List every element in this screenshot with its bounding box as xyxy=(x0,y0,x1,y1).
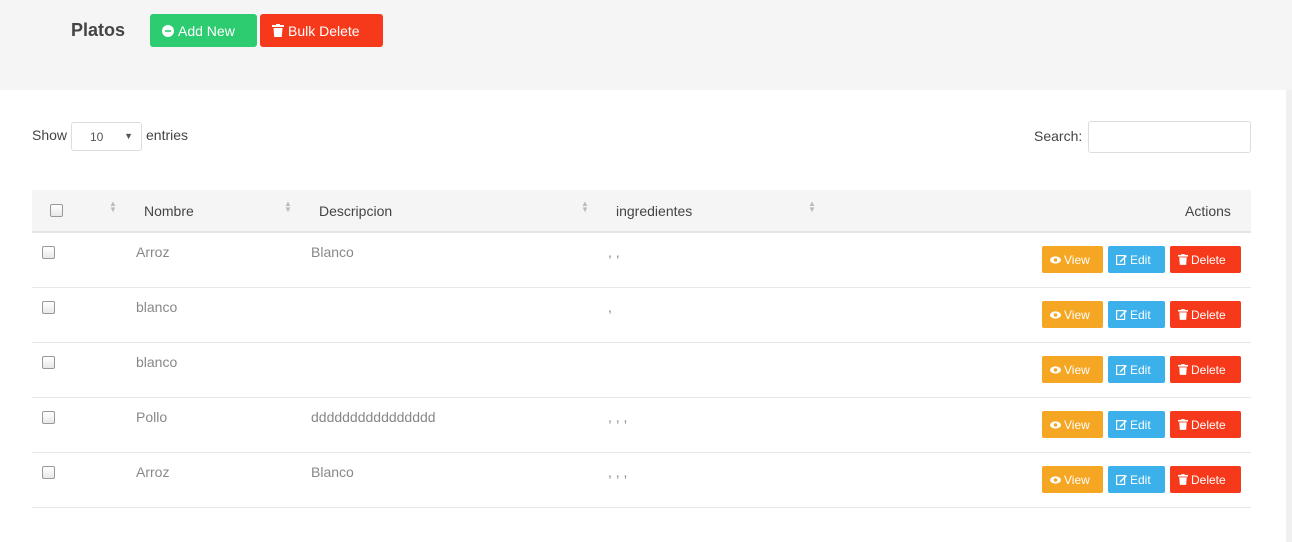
edit-label: Edit xyxy=(1130,472,1151,487)
cell-nombre: Pollo xyxy=(136,409,168,425)
cell-ingredientes: , , , xyxy=(608,464,628,480)
platos-table: ▲ ▼ Nombre ▲ ▼ Descripcion ▲ ▼ ingredientes… xyxy=(32,190,1251,508)
view-label: View xyxy=(1064,417,1090,432)
view-label: View xyxy=(1064,472,1090,487)
cell-ingredientes: , , xyxy=(608,244,620,260)
view-button[interactable]: View xyxy=(1042,466,1103,493)
add-new-label: Add New xyxy=(178,22,235,39)
eye-icon xyxy=(1050,310,1061,319)
delete-label: Delete xyxy=(1191,417,1226,432)
trash-icon xyxy=(272,24,284,37)
chevron-down-icon: ▼ xyxy=(124,131,133,141)
eye-icon xyxy=(1050,475,1061,484)
edit-icon xyxy=(1116,309,1127,320)
cell-nombre: Arroz xyxy=(136,244,170,260)
edit-button[interactable]: Edit xyxy=(1108,466,1165,493)
delete-label: Delete xyxy=(1191,472,1226,487)
column-header-nombre[interactable]: Nombre xyxy=(144,203,194,219)
table-row: blanco, View Edit Delete xyxy=(32,288,1251,343)
table-row: Arroz Blanco , , , View Edit Delete xyxy=(32,453,1251,508)
delete-button[interactable]: Delete xyxy=(1170,246,1241,273)
sort-icon[interactable]: ▲ ▼ xyxy=(109,200,117,214)
page-length-select[interactable]: 10 ▼ xyxy=(71,122,142,151)
row-checkbox[interactable] xyxy=(42,411,55,424)
search-input[interactable] xyxy=(1088,121,1251,153)
edit-button[interactable]: Edit xyxy=(1108,301,1165,328)
row-checkbox[interactable] xyxy=(42,466,55,479)
table-row: Arroz Blanco , , View Edit Delete xyxy=(32,233,1251,288)
column-header-actions: Actions xyxy=(1185,203,1231,219)
edit-icon xyxy=(1116,364,1127,375)
bulk-delete-label: Bulk Delete xyxy=(288,22,360,39)
view-label: View xyxy=(1064,362,1090,377)
trash-icon xyxy=(1178,254,1188,265)
cell-nombre: blanco xyxy=(136,299,178,315)
row-checkbox[interactable] xyxy=(42,356,55,369)
edit-button[interactable]: Edit xyxy=(1108,356,1165,383)
view-button[interactable]: View xyxy=(1042,246,1103,273)
edit-button[interactable]: Edit xyxy=(1108,411,1165,438)
entries-label: entries xyxy=(146,127,189,143)
column-header-ingredientes[interactable]: ingredientes xyxy=(616,203,692,219)
table-body: Arroz Blanco , , View Edit Delete blanco, View E… xyxy=(32,233,1251,508)
edit-icon xyxy=(1116,419,1127,430)
delete-button[interactable]: Delete xyxy=(1170,356,1241,383)
edit-label: Edit xyxy=(1130,252,1151,267)
delete-button[interactable]: Delete xyxy=(1170,301,1241,328)
view-label: View xyxy=(1064,307,1090,322)
cell-descripcion: dddddddddddddddd xyxy=(311,409,436,425)
view-button[interactable]: View xyxy=(1042,301,1103,328)
trash-icon xyxy=(1178,474,1188,485)
show-label: Show xyxy=(32,127,68,143)
edit-label: Edit xyxy=(1130,307,1151,322)
cell-nombre: Arroz xyxy=(136,464,170,480)
sort-icon[interactable]: ▲ ▼ xyxy=(284,200,292,214)
edit-icon xyxy=(1116,254,1127,265)
delete-label: Delete xyxy=(1191,362,1226,377)
view-label: View xyxy=(1064,252,1090,267)
eye-icon xyxy=(1050,420,1061,429)
row-checkbox[interactable] xyxy=(42,301,55,314)
cell-nombre: blanco xyxy=(136,354,178,370)
cell-descripcion: Blanco xyxy=(311,464,354,480)
eye-icon xyxy=(1050,365,1061,374)
sort-icon[interactable]: ▲ ▼ xyxy=(581,200,589,214)
delete-label: Delete xyxy=(1191,252,1226,267)
page-header: Platos Add New Bulk Delete xyxy=(0,0,1292,90)
trash-icon xyxy=(1178,309,1188,320)
edit-icon xyxy=(1116,474,1127,485)
cell-descripcion: Blanco xyxy=(311,244,354,260)
trash-icon xyxy=(1178,419,1188,430)
cell-ingredientes: , xyxy=(608,299,612,315)
table-header: ▲ ▼ Nombre ▲ ▼ Descripcion ▲ ▼ ingredientes… xyxy=(32,190,1251,233)
table-row: Pollo dddddddddddddddd , , , View Edit Delete xyxy=(32,398,1251,453)
edit-button[interactable]: Edit xyxy=(1108,246,1165,273)
add-new-button[interactable]: Add New xyxy=(150,14,257,47)
delete-button[interactable]: Delete xyxy=(1170,411,1241,438)
edit-label: Edit xyxy=(1130,362,1151,377)
table-row: blanco View Edit Delete xyxy=(32,343,1251,398)
plus-circle-icon xyxy=(162,24,174,37)
page-length-value: 10 xyxy=(90,129,104,144)
view-button[interactable]: View xyxy=(1042,411,1103,438)
panel-edge xyxy=(1286,90,1292,542)
sort-icon[interactable]: ▲ ▼ xyxy=(808,200,816,214)
trash-icon xyxy=(1178,364,1188,375)
eye-icon xyxy=(1050,255,1061,264)
page-title: Platos xyxy=(71,20,126,40)
select-all-checkbox[interactable] xyxy=(50,204,63,217)
edit-label: Edit xyxy=(1130,417,1151,432)
search-label: Search: xyxy=(1034,128,1083,144)
cell-ingredientes: , , , xyxy=(608,409,628,425)
bulk-delete-button[interactable]: Bulk Delete xyxy=(260,14,383,47)
delete-button[interactable]: Delete xyxy=(1170,466,1241,493)
row-checkbox[interactable] xyxy=(42,246,55,259)
column-header-descripcion[interactable]: Descripcion xyxy=(319,203,392,219)
delete-label: Delete xyxy=(1191,307,1226,322)
view-button[interactable]: View xyxy=(1042,356,1103,383)
